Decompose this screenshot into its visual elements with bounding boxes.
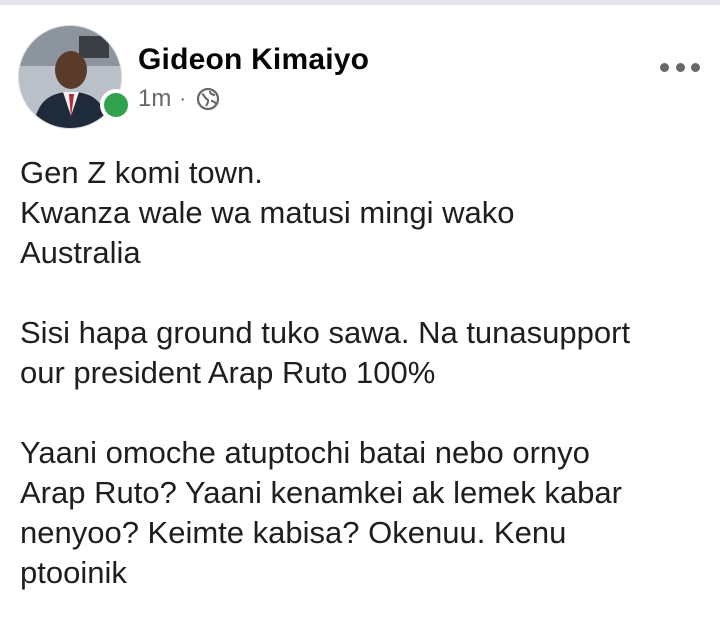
more-dot (660, 62, 669, 72)
facebook-post: Gideon Kimaiyo 1m · Gen Z komi town. Kwa… (0, 5, 720, 622)
post-text-line: Sisi hapa ground tuko sawa. Na tunasuppo… (20, 315, 631, 350)
online-status-dot (100, 89, 132, 121)
author-avatar-wrapper[interactable] (18, 25, 132, 129)
post-body: Gen Z komi town. Kwanza wale wa matusi m… (20, 153, 710, 633)
author-name[interactable]: Gideon Kimaiyo (138, 43, 369, 77)
post-text-line: ptooinik (20, 555, 127, 590)
post-paragraph: Sisi hapa ground tuko sawa. Na tunasuppo… (20, 313, 710, 393)
post-text-line: Kwanza wale wa matusi mingi wako (20, 195, 515, 230)
post-text-line: Yaani omoche atuptochi batai nebo ornyo (20, 435, 590, 470)
globe-icon[interactable] (196, 87, 220, 111)
post-paragraph: Yaani omoche atuptochi batai nebo ornyo … (20, 433, 710, 593)
more-options-button[interactable] (660, 57, 700, 77)
meta-separator: · (179, 87, 187, 110)
post-text-line: Arap Ruto? Yaani kenamkei ak lemek kabar (20, 475, 622, 510)
post-text-line: our president Arap Ruto 100% (20, 355, 436, 390)
post-paragraph: Gen Z komi town. Kwanza wale wa matusi m… (20, 153, 710, 273)
more-dot (691, 62, 700, 72)
post-text-line: nenyoo? Keimte kabisa? Okenuu. Kenu (20, 515, 567, 550)
post-text-line: Australia (20, 235, 141, 270)
post-text-line: Gen Z komi town. (20, 155, 263, 190)
post-meta: 1m · (138, 85, 220, 113)
more-dot (675, 62, 685, 72)
post-timestamp[interactable]: 1m (138, 85, 171, 113)
